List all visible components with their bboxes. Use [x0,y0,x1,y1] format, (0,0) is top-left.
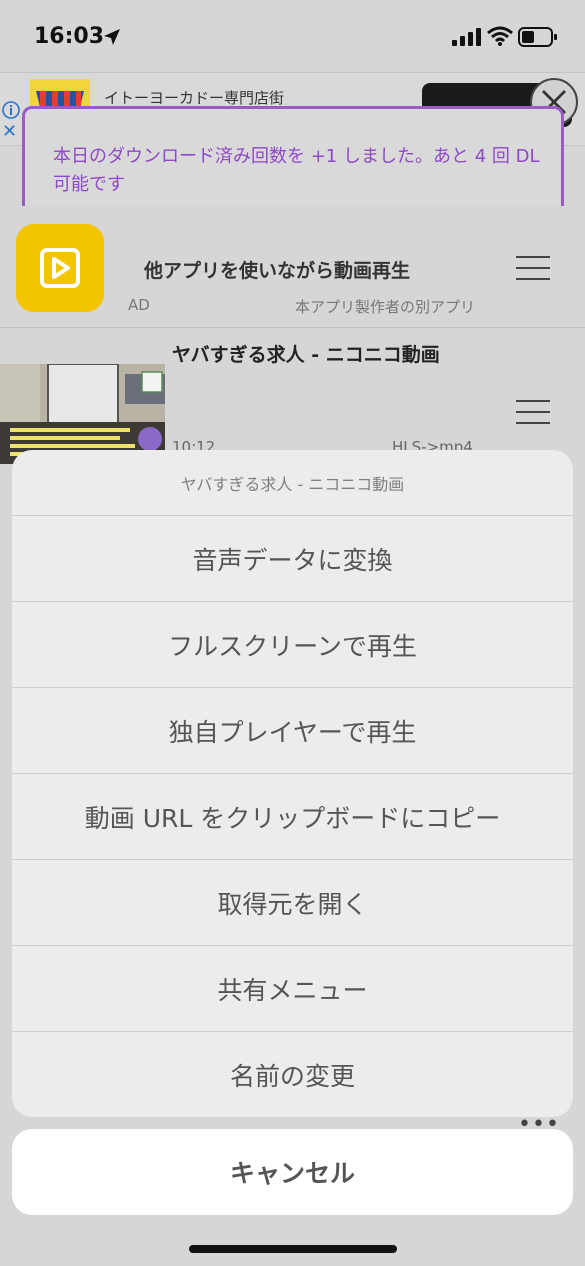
video-list-item[interactable]: ヤバすぎる求人 - ニコニコ動画 10:12 HLS->mp4 [0,330,585,465]
play-icon [40,248,80,288]
video-title: ヤバすぎる求人 - ニコニコ動画 [172,344,440,366]
custom-player-button[interactable]: 独自プレイヤーで再生 [12,688,573,774]
status-time: 16:03 [34,24,105,49]
convert-audio-button[interactable]: 音声データに変換 [12,516,573,602]
cellular-signal-icon [452,28,481,46]
rename-button[interactable]: 名前の変更 [12,1032,573,1117]
ad-app-subtitle: 本アプリ製作者の別アプリ [295,298,476,316]
status-bar: 16:03 [0,0,585,72]
menu-icon[interactable] [516,400,550,426]
cancel-button[interactable]: キャンセル [12,1129,573,1215]
toast-message: 本日のダウンロード済み回数を +1 しました。あと 4 回 DL 可能です [53,146,540,195]
video-thumbnail [0,364,165,464]
ad-app-title: 他アプリを使いながら動画再生 [144,260,411,282]
open-source-button[interactable]: 取得元を開く [12,860,573,946]
ad-app-row[interactable]: 他アプリを使いながら動画再生 AD 本アプリ製作者の別アプリ [0,206,585,328]
ad-label: AD [128,296,150,314]
battery-icon [518,27,557,47]
app-icon [16,224,104,312]
share-menu-button[interactable]: 共有メニュー [12,946,573,1032]
ad-info-icon[interactable] [2,101,20,119]
action-sheet-title: ヤバすぎる求人 - ニコニコ動画 [12,450,573,516]
home-indicator[interactable] [189,1245,397,1253]
wifi-icon [487,26,513,46]
ad-close-icon[interactable]: ✕ [2,123,20,141]
menu-icon[interactable] [516,256,550,282]
copy-url-button[interactable]: 動画 URL をクリップボードにコピー [12,774,573,860]
location-arrow-icon [104,29,120,45]
action-sheet: ヤバすぎる求人 - ニコニコ動画 音声データに変換 フルスクリーンで再生 独自プ… [12,450,573,1117]
ad-store-name: イトーヨーカドー専門店街 [104,89,285,107]
fullscreen-play-button[interactable]: フルスクリーンで再生 [12,602,573,688]
